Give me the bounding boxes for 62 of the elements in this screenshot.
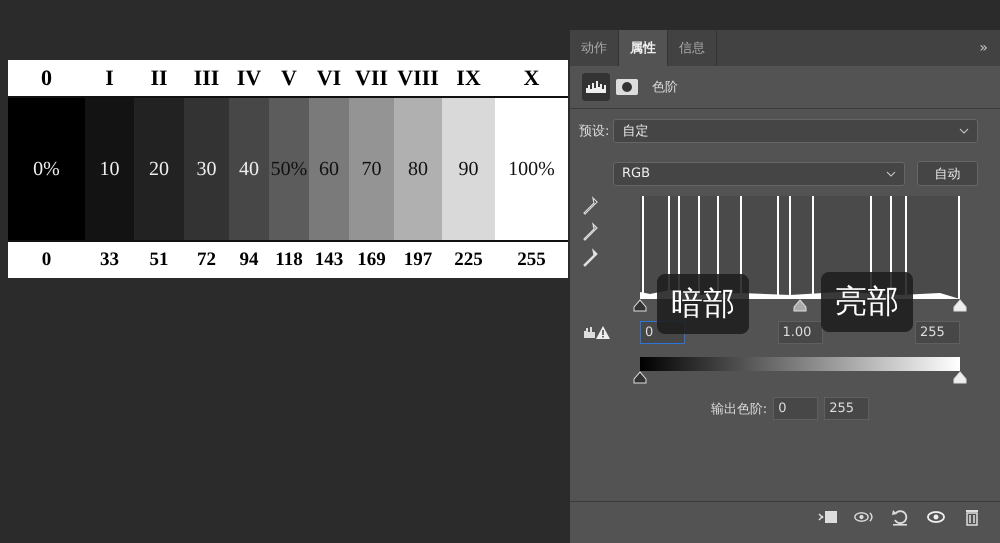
roman-numeral: IV (236, 64, 262, 92)
percent-label: 80 (408, 158, 428, 180)
preset-dropdown[interactable]: 自定 (613, 119, 978, 143)
percent-label: 30 (196, 158, 216, 180)
levels-icon[interactable] (582, 73, 610, 101)
chevron-icon (886, 170, 896, 176)
preset-label: 预设: (579, 123, 610, 140)
percent-label: 40 (239, 158, 259, 180)
roman-numeral: VII (354, 64, 389, 92)
output-level-field[interactable]: 255 (824, 397, 870, 420)
roman-numeral: V (280, 64, 298, 92)
channel-dropdown[interactable]: RGB (613, 162, 905, 186)
roman-numeral: IX (455, 64, 482, 92)
input-level-field[interactable]: 255 (915, 321, 960, 344)
overflow-button[interactable]: » (979, 30, 1000, 66)
slider-thumb[interactable] (633, 371, 647, 384)
percent-label: 20 (149, 158, 169, 180)
slider-thumb[interactable] (953, 299, 967, 312)
value-label: 255 (516, 248, 547, 272)
mask-icon[interactable] (616, 79, 638, 95)
roman-numeral: II (149, 64, 169, 92)
input-level-field[interactable]: 1.00 (778, 321, 822, 344)
value-label: 94 (238, 248, 260, 272)
value-label: 118 (274, 248, 304, 272)
value-label: 33 (99, 248, 120, 272)
eyedropper-icon[interactable] (583, 222, 599, 242)
eyedropper-icon[interactable] (583, 196, 599, 216)
value-label: 197 (402, 248, 434, 272)
annotation-tooltip: 暗部 (657, 274, 749, 334)
percent-label: 0% (33, 158, 60, 180)
output-level-field[interactable]: 0 (773, 397, 818, 420)
percent-label: 100% (508, 158, 555, 180)
auto-button[interactable]: 自动 (917, 161, 978, 186)
visibility-icon[interactable] (926, 508, 946, 526)
roman-numeral: X (522, 64, 540, 92)
value-label: 72 (196, 248, 217, 272)
clip-layer-icon[interactable] (818, 508, 838, 526)
output-levels-label: 输出色阶: (710, 400, 768, 418)
roman-numeral: III (192, 64, 220, 92)
reset-icon[interactable] (890, 508, 910, 526)
roman-numeral: VI (316, 64, 342, 92)
value-label: 51 (148, 248, 170, 272)
percent-label: 70 (362, 158, 382, 180)
adjustment-title: 色阶 (652, 79, 678, 96)
value-label: 169 (356, 248, 387, 272)
clipping-warning-icon[interactable] (583, 324, 611, 340)
panel-tab[interactable]: 属性 (619, 30, 668, 66)
value-label: 143 (314, 248, 344, 272)
annotation-tooltip: 亮部 (821, 272, 913, 332)
roman-numeral: I (104, 64, 115, 92)
slider-thumb[interactable] (633, 299, 647, 312)
value-label: 0 (40, 248, 52, 272)
percent-label: 10 (100, 158, 120, 180)
chevron-icon (959, 128, 969, 134)
slider-thumb[interactable] (953, 371, 967, 384)
percent-label: 60 (319, 158, 339, 180)
roman-numeral: VIII (396, 64, 440, 92)
value-label: 225 (453, 248, 484, 272)
percent-label: 90 (458, 158, 478, 180)
roman-numeral: 0 (40, 64, 53, 92)
eyedropper-icon[interactable] (583, 248, 599, 268)
percent-label: 50% (270, 158, 308, 180)
